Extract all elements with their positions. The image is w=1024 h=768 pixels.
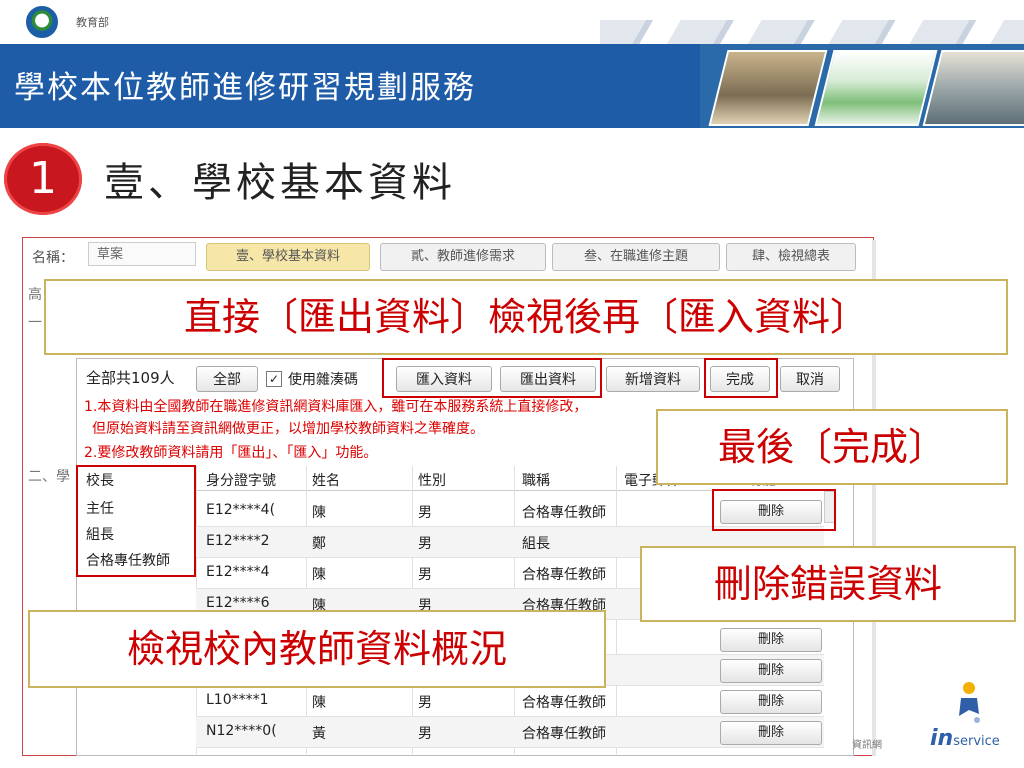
cell-name: 黃	[312, 726, 326, 742]
highlight-delete	[712, 489, 836, 531]
note-line-3: 2.要修改教師資料請用「匯出」、「匯入」功能。	[84, 445, 378, 461]
column-title: 職稱	[522, 473, 550, 489]
tab-teacher-needs[interactable]: 貳、教師進修需求	[380, 243, 546, 271]
highlight-positions	[76, 465, 196, 577]
ministry-logo-icon	[26, 6, 58, 38]
side-label-1: 高	[28, 287, 42, 303]
step-number-badge: 1	[4, 143, 82, 215]
table-row: N12****0( 黃 男 合格專任教師 刪除	[196, 717, 824, 748]
cell-id: N12****0(	[206, 723, 277, 739]
cell-name: 陳	[312, 505, 326, 521]
hash-checkbox[interactable]: ✓	[266, 371, 282, 387]
column-id: 身分證字號	[206, 473, 276, 489]
cell-id: E12****4	[206, 564, 270, 580]
photo-website	[814, 50, 938, 126]
page-title: 學校本位教師進修研習規劃服務	[14, 70, 476, 106]
header-decoration	[600, 20, 1024, 44]
cell-title: 合格專任教師	[522, 505, 606, 521]
step-title: 壹、學校基本資料	[104, 160, 456, 206]
column-name: 姓名	[312, 473, 340, 489]
side-label-3: 二、學	[28, 469, 70, 485]
cell-gender: 男	[418, 505, 432, 521]
brand-text: 資訊網	[852, 740, 882, 751]
highlight-import-export	[382, 358, 602, 398]
cell-gender: 男	[418, 567, 432, 583]
delete-button[interactable]: 刪除	[720, 690, 822, 714]
cell-id: E12****2	[206, 533, 270, 549]
cell-name: 鄭	[312, 536, 326, 552]
brand-logo-sub: service	[953, 734, 1000, 749]
photo-computer-lab	[922, 50, 1024, 126]
cell-name: 陳	[312, 567, 326, 583]
cell-name: 陳	[312, 695, 326, 711]
cell-title: 合格專任教師	[522, 695, 606, 711]
cell-gender: 男	[418, 695, 432, 711]
total-count: 全部共109人	[86, 369, 175, 387]
ministry-name: 教育部	[76, 16, 109, 29]
delete-button[interactable]: 刪除	[720, 628, 822, 652]
cell-gender: 男	[418, 536, 432, 552]
callout-view: 檢視校內教師資料概況	[28, 610, 606, 688]
add-data-button[interactable]: 新增資料	[606, 366, 700, 392]
callout-export-import: 直接〔匯出資料〕檢視後再〔匯入資料〕	[44, 279, 1008, 355]
cell-id: E12****4(	[206, 502, 276, 518]
table-row: L10****1 陳 男 合格專任教師 刪除	[196, 686, 824, 717]
header-photos	[700, 44, 1024, 128]
tab-school-basic-data[interactable]: 壹、學校基本資料	[206, 243, 370, 271]
delete-button[interactable]: 刪除	[720, 659, 822, 683]
name-field[interactable]: 草案	[88, 242, 196, 266]
name-label: 名稱：	[32, 250, 74, 266]
cancel-button[interactable]: 取消	[780, 366, 840, 392]
photo-classroom	[708, 50, 828, 126]
brand-logo-main: in	[930, 726, 954, 751]
all-button[interactable]: 全部	[196, 366, 258, 392]
cell-title: 合格專任教師	[522, 567, 606, 583]
column-gender: 性別	[418, 473, 446, 489]
cell-id: L10****1	[206, 692, 269, 708]
callout-finish: 最後〔完成〕	[656, 409, 1008, 485]
inservice-logo: inservice	[930, 726, 1000, 751]
tab-training-topics[interactable]: 叁、在職進修主題	[552, 243, 720, 271]
cell-gender: 男	[418, 726, 432, 742]
cell-id: E12****6	[206, 595, 270, 611]
note-line-2: 但原始資料請至資訊網做更正，以增加學校教師資料之準確度。	[92, 421, 484, 437]
side-label-2: 一	[28, 315, 42, 331]
callout-delete: 刪除錯誤資料	[640, 546, 1016, 622]
hash-checkbox-label: 使用雜湊碼	[288, 372, 358, 388]
delete-button[interactable]: 刪除	[720, 721, 822, 745]
cell-title: 組長	[522, 536, 550, 552]
note-line-1: 1.本資料由全國教師在職進修資訊網資料庫匯入，雖可在本服務系統上直接修改，	[84, 399, 588, 415]
highlight-done	[704, 358, 778, 398]
tab-summary[interactable]: 肆、檢視總表	[726, 243, 856, 271]
inservice-figure-icon	[959, 682, 980, 723]
cell-title: 合格專任教師	[522, 726, 606, 742]
